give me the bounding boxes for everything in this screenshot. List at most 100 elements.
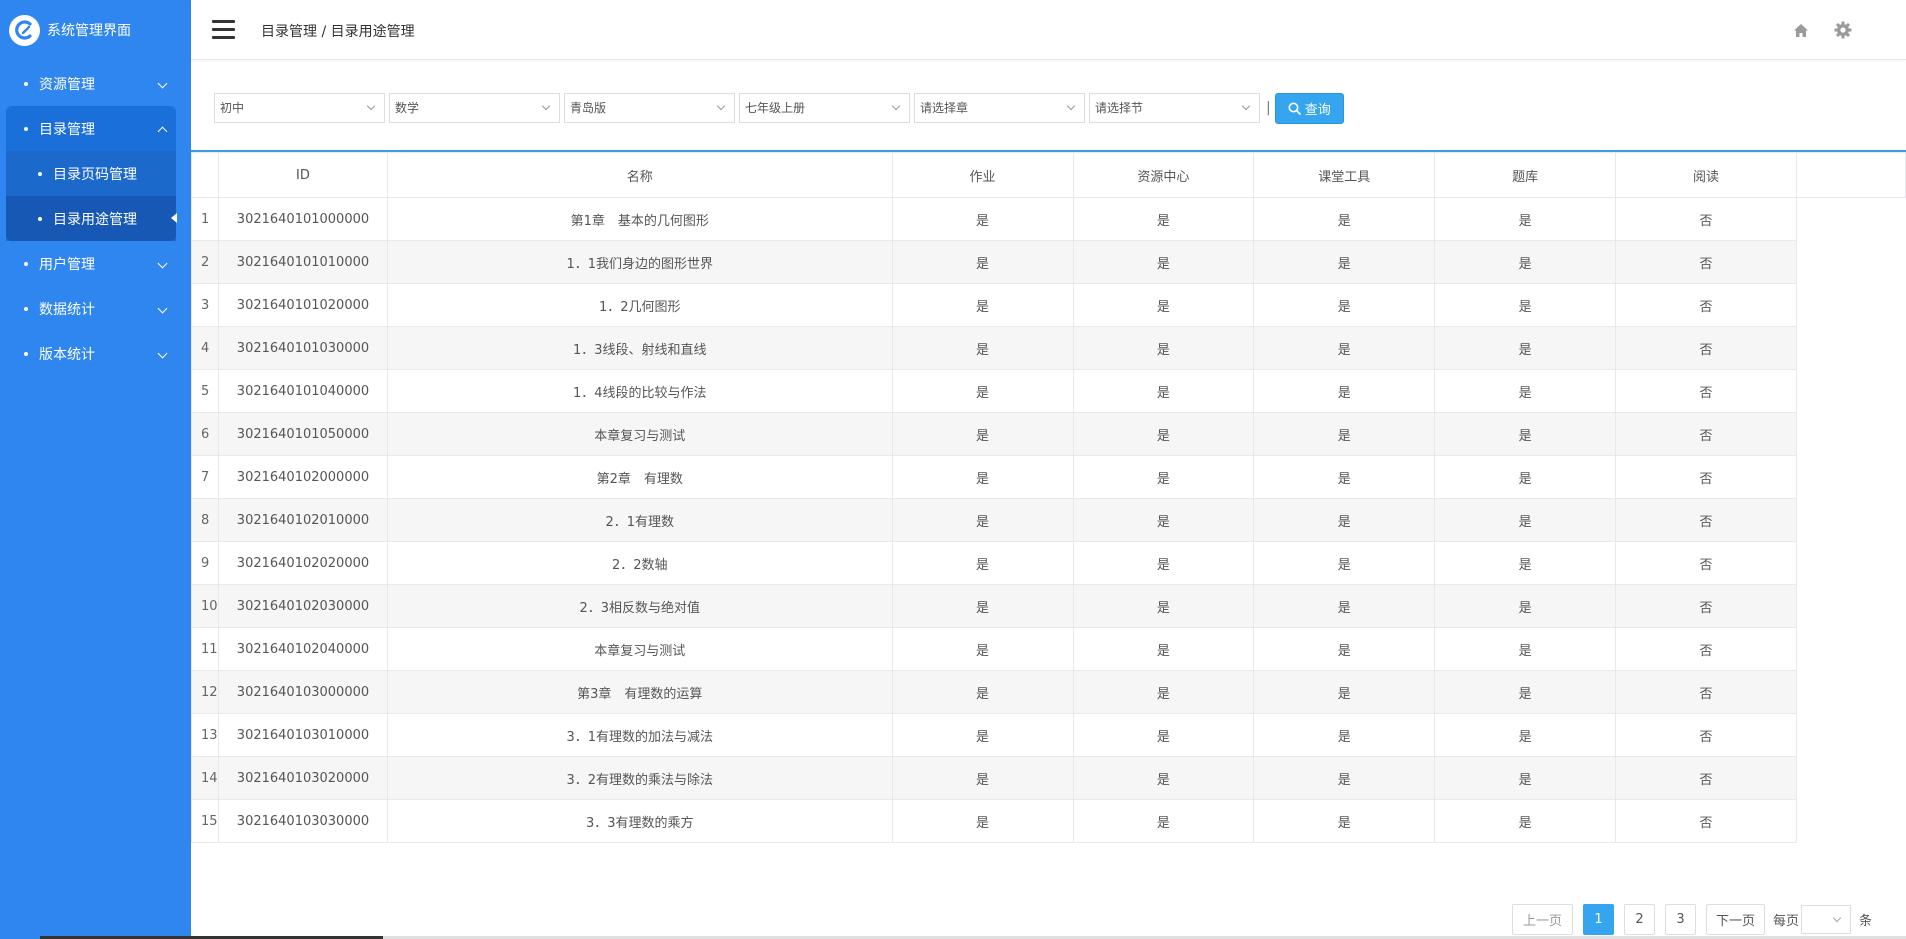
table-row[interactable]: 11 3021640102040000 本章复习与测试是是是是否	[191, 627, 1906, 671]
select-value: 请选择节	[1095, 101, 1144, 115]
query-button[interactable]: 查询	[1274, 92, 1344, 124]
table-row[interactable]: 8 3021640102010000 2．1有理数是是是是否	[191, 498, 1906, 542]
table-cell: 3021640102010000	[217, 498, 388, 542]
table-cell: 是	[1072, 240, 1255, 284]
table-row[interactable]: 12 3021640103000000 第3章 有理数的运算是是是是否	[191, 670, 1906, 714]
table-cell: 是	[1253, 412, 1436, 456]
table-cell: 是	[1072, 584, 1255, 628]
table-cell: 是	[1253, 197, 1436, 241]
table-cell: 是	[1072, 283, 1255, 327]
table-row[interactable]: 9 3021640102020000 2．2数轴是是是是否	[191, 541, 1906, 585]
chevron-down-icon	[157, 348, 168, 359]
select-value: 数学	[395, 101, 420, 115]
table-cell: 是	[1253, 799, 1436, 843]
table-cell: 是	[1434, 498, 1617, 542]
row-index: 11	[191, 627, 219, 671]
table-cell: 是	[1072, 197, 1255, 241]
row-filler	[1796, 326, 1906, 370]
per-page-select[interactable]	[1801, 905, 1852, 934]
table-cell: 是	[891, 326, 1074, 370]
column-header: 名称	[386, 152, 893, 198]
table-cell: 是	[1434, 369, 1617, 413]
select-value: 七年级上册	[745, 101, 806, 115]
table-cell: 是	[1072, 627, 1255, 671]
table-cell: 1．4线段的比较与作法	[386, 369, 893, 413]
next-page-button[interactable]: 下一页	[1706, 904, 1765, 935]
grade-select[interactable]: 七年级上册	[739, 93, 910, 123]
home-icon[interactable]	[1789, 18, 1813, 42]
sidebar-submenu: 目录页码管理 目录用途管理	[6, 151, 177, 241]
chevron-down-icon	[366, 101, 376, 111]
table-cell: 是	[1253, 240, 1436, 284]
chevron-down-icon	[541, 101, 551, 111]
table-cell: 是	[891, 799, 1074, 843]
table-cell: 2．2数轴	[386, 541, 893, 585]
breadcrumb: 目录管理 / 目录用途管理	[261, 24, 415, 40]
table-cell: 是	[1434, 412, 1617, 456]
table-cell: 是	[1434, 283, 1617, 327]
prev-page-button[interactable]: 上一页	[1512, 904, 1573, 935]
page-button-1[interactable]: 1	[1583, 904, 1614, 935]
separator: |	[1266, 100, 1271, 116]
select-value: 青岛版	[570, 101, 607, 115]
table-row[interactable]: 15 3021640103030000 3．3有理数的乘方是是是是否	[191, 799, 1906, 843]
table-cell: 否	[1615, 455, 1797, 499]
chapter-select[interactable]: 请选择章	[914, 93, 1085, 123]
table-row[interactable]: 7 3021640102000000 第2章 有理数是是是是否	[191, 455, 1906, 499]
table-row[interactable]: 10 3021640102030000 2．3相反数与绝对值是是是是否	[191, 584, 1906, 628]
table-cell: 是	[1072, 541, 1255, 585]
filter-bar: 初中 数学 青岛版 七年级上册 请选择章 请选择节 | 查询	[214, 92, 1344, 124]
sidebar-item-catalog-usage[interactable]: 目录用途管理	[6, 196, 177, 241]
table-cell: 第3章 有理数的运算	[386, 670, 893, 714]
table-cell: 是	[1434, 326, 1617, 370]
section-select[interactable]: 请选择节	[1089, 93, 1260, 123]
table-row[interactable]: 6 3021640101050000 本章复习与测试是是是是否	[191, 412, 1906, 456]
hamburger-icon[interactable]	[212, 20, 235, 40]
table-cell: 2．3相反数与绝对值	[386, 584, 893, 628]
table-row[interactable]: 4 3021640101030000 1．3线段、射线和直线是是是是否	[191, 326, 1906, 370]
search-icon	[1288, 102, 1301, 115]
table-cell: 否	[1615, 498, 1797, 542]
table-cell: 否	[1615, 326, 1797, 370]
page-button-2[interactable]: 2	[1624, 904, 1655, 935]
sidebar-item-statistics[interactable]: 数据统计	[0, 286, 191, 331]
table-cell: 否	[1615, 799, 1797, 843]
table-cell: 是	[1072, 670, 1255, 714]
table-cell: 是	[1434, 541, 1617, 585]
row-filler	[1796, 455, 1906, 499]
bullet-icon	[24, 81, 28, 86]
table-cell: 否	[1615, 756, 1797, 800]
row-index: 3	[191, 283, 219, 327]
sidebar-item-catalog[interactable]: 目录管理	[6, 106, 176, 151]
sidebar-item-catalog-page[interactable]: 目录页码管理	[6, 151, 176, 196]
table-row[interactable]: 14 3021640103020000 3．2有理数的乘法与除法是是是是否	[191, 756, 1906, 800]
table-row[interactable]: 3 3021640101020000 1．2几何图形是是是是否	[191, 283, 1906, 327]
subject-select[interactable]: 数学	[389, 93, 560, 123]
chevron-down-icon	[716, 101, 726, 111]
table-cell: 1．2几何图形	[386, 283, 893, 327]
table-cell: 是	[891, 627, 1074, 671]
table-row[interactable]: 13 3021640103010000 3．1有理数的加法与减法是是是是否	[191, 713, 1906, 757]
table-row[interactable]: 5 3021640101040000 1．4线段的比较与作法是是是是否	[191, 369, 1906, 413]
table-row[interactable]: 2 3021640101010000 1．1我们身边的图形世界是是是是否	[191, 240, 1906, 284]
page-button-3[interactable]: 3	[1665, 904, 1696, 935]
row-filler	[1796, 627, 1906, 671]
table-cell: 是	[1253, 283, 1436, 327]
stage-select[interactable]: 初中	[214, 93, 385, 123]
bullet-icon	[24, 261, 28, 266]
table-cell: 是	[891, 713, 1074, 757]
table-row[interactable]: 1 3021640101000000 第1章 基本的几何图形是是是是否	[191, 197, 1906, 241]
active-caret-icon	[171, 213, 177, 223]
table-cell: 3021640101020000	[217, 283, 388, 327]
table-cell: 是	[891, 240, 1074, 284]
table-cell: 是	[1072, 713, 1255, 757]
column-header: 课堂工具	[1253, 152, 1436, 198]
sidebar-item-resources[interactable]: 资源管理	[0, 61, 191, 106]
edition-select[interactable]: 青岛版	[564, 93, 735, 123]
gear-icon[interactable]	[1831, 18, 1855, 42]
table-cell: 是	[1253, 713, 1436, 757]
sidebar-item-users[interactable]: 用户管理	[0, 241, 191, 286]
sidebar-item-version-stats[interactable]: 版本统计	[0, 331, 191, 376]
row-filler	[1796, 283, 1906, 327]
table-cell: 1．1我们身边的图形世界	[386, 240, 893, 284]
